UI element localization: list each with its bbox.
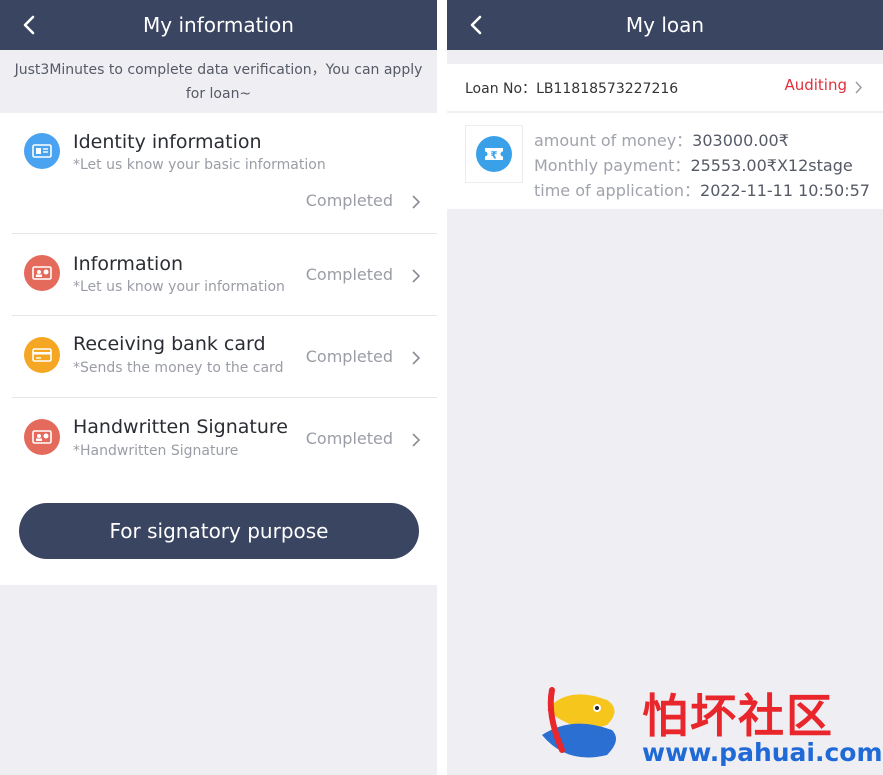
chevron-right-icon <box>412 195 421 209</box>
item-subtitle: *Sends the money to the card <box>73 360 284 376</box>
monthly-row: Monthly payment：25553.00₹X12stage <box>534 152 853 176</box>
amount-row: amount of money：303000.00₹ <box>534 127 789 151</box>
rupee-ticket-icon: ₹ <box>465 125 523 183</box>
status-label: Completed <box>305 191 393 210</box>
status-label: Completed <box>305 347 393 366</box>
info-list: Identity information *Let us know your b… <box>0 113 437 479</box>
loan-details[interactable]: ₹ amount of money：303000.00₹ Monthly pay… <box>447 113 883 209</box>
amount-value: 303000.00₹ <box>692 131 789 150</box>
chevron-right-icon <box>412 351 421 365</box>
fish-logo-icon <box>542 687 616 758</box>
list-item-information[interactable]: Information *Let us know your informatio… <box>12 234 437 316</box>
item-title: Receiving bank card <box>73 333 266 355</box>
status-badge[interactable]: Auditing <box>784 76 847 94</box>
item-title: Identity information <box>73 131 262 153</box>
my-information-screen: My information Just3Minutes to complete … <box>0 0 437 775</box>
time-row: time of application：2022-11-11 10:50:57 <box>534 177 870 201</box>
page-title: My information <box>143 13 294 37</box>
verification-notice: Just3Minutes to complete data verificati… <box>0 50 437 112</box>
list-item-identity[interactable]: Identity information *Let us know your b… <box>12 113 437 234</box>
time-value: 2022-11-11 10:50:57 <box>700 181 870 200</box>
svg-text:₹: ₹ <box>491 151 498 162</box>
watermark-url: www.pahuai.com <box>642 738 883 767</box>
chevron-right-icon <box>412 269 421 283</box>
item-subtitle: *Let us know your basic information <box>73 157 326 173</box>
item-subtitle: *Let us know your information <box>73 279 285 295</box>
status-label: Completed <box>305 265 393 284</box>
item-title: Information <box>73 253 183 275</box>
top-navbar: My loan <box>447 0 883 50</box>
page-title: My loan <box>625 13 705 37</box>
profile-card-icon <box>24 255 60 291</box>
bank-card-icon <box>24 337 60 373</box>
loan-no-label: Loan No： <box>465 81 537 97</box>
watermark: 怕坏社区 www.pahuai.com <box>537 680 883 770</box>
id-card-icon <box>24 133 60 169</box>
button-area: For signatory purpose <box>0 479 437 585</box>
item-subtitle: *Handwritten Signature <box>73 443 239 459</box>
chevron-right-icon <box>412 433 421 447</box>
chevron-right-icon <box>855 81 863 94</box>
signature-card-icon <box>24 419 60 455</box>
loan-number: Loan No：LB11818573227216 <box>465 78 678 98</box>
back-arrow-icon[interactable] <box>467 14 487 36</box>
top-navbar: My information <box>0 0 437 50</box>
watermark-chinese: 怕坏社区 <box>642 689 834 743</box>
signatory-purpose-button[interactable]: For signatory purpose <box>19 503 419 559</box>
amount-label: amount of money： <box>534 131 693 150</box>
list-item-bank-card[interactable]: Receiving bank card *Sends the money to … <box>12 316 437 398</box>
my-loan-screen: My loan Loan No：LB11818573227216 Auditin… <box>447 0 883 775</box>
time-label: time of application： <box>534 181 701 200</box>
loan-header[interactable]: Loan No：LB11818573227216 Auditing <box>447 64 883 111</box>
monthly-value: 25553.00₹X12stage <box>690 156 853 175</box>
loan-no-value: LB11818573227216 <box>536 81 679 97</box>
status-label: Completed <box>305 429 393 448</box>
back-arrow-icon[interactable] <box>20 14 40 36</box>
list-item-signature[interactable]: Handwritten Signature *Handwritten Signa… <box>12 398 437 479</box>
monthly-label: Monthly payment： <box>534 156 691 175</box>
item-title: Handwritten Signature <box>73 416 288 438</box>
